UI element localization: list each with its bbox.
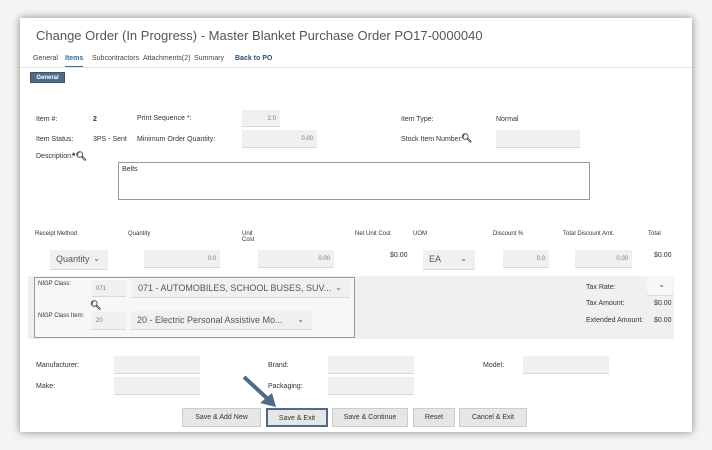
receipt-method-select[interactable]: Quantity ⌄ <box>50 250 108 270</box>
subtab-general[interactable]: General <box>30 72 65 83</box>
header-unit-cost: Unit Cost <box>242 231 255 243</box>
uom-select[interactable]: EA ⌄ <box>423 250 475 270</box>
tax-amount-label: Tax Amount: <box>586 300 625 307</box>
stock-item-input[interactable] <box>496 130 580 148</box>
print-seq-label-text: Print Sequence <box>137 115 185 122</box>
nigp-class-select[interactable]: 071 - AUTOMOBILES, SCHOOL BUSES, SUV... ⌄ <box>132 279 350 298</box>
print-sequence-input[interactable]: 2.0 <box>242 110 280 127</box>
tax-rate-label: Tax Rate: <box>586 284 616 291</box>
item-no-value: 2 <box>93 116 97 123</box>
quantity-input[interactable]: 0.0 <box>144 250 220 268</box>
chevron-down-icon: ⌄ <box>297 315 304 324</box>
tax-amount-value: $0.00 <box>654 300 672 307</box>
nigp-item-value: 20 - Electric Personal Assistive Mo... <box>137 315 283 325</box>
min-qty-label: Minimum Order Quantity: <box>137 136 216 143</box>
header-uom: UOM <box>413 231 427 237</box>
item-type-value: Normal <box>496 116 519 123</box>
item-status-label: Item Status: <box>36 136 74 143</box>
extended-amount-label: Extended Amount: <box>586 317 644 324</box>
arrow-annotation-icon <box>242 375 276 407</box>
tab-subcontractors[interactable]: Subcontractors <box>92 55 139 62</box>
print-seq-label: Print Sequence *: <box>137 115 192 122</box>
page-title: Change Order (In Progress) - Master Blan… <box>36 28 483 43</box>
discount-input[interactable]: 0.0 <box>503 250 549 268</box>
tax-rate-select[interactable]: ⌄ <box>647 276 673 296</box>
min-order-qty-input[interactable]: 0.00 <box>242 130 317 148</box>
stock-search-icon[interactable]: 🔍︎ <box>461 133 472 144</box>
nigp-class-label: NIGP Class: <box>38 281 71 287</box>
back-to-po-link[interactable]: Back to PO <box>235 55 272 62</box>
uom-value: EA <box>429 254 442 264</box>
chevron-down-icon: ⌄ <box>93 254 100 263</box>
net-unit-cost-value: $0.00 <box>390 252 408 259</box>
tab-attachments[interactable]: Attachments(2) <box>143 55 190 62</box>
nigp-search-icon[interactable]: 🔍︎ <box>90 300 101 311</box>
change-order-window: Change Order (In Progress) - Master Blan… <box>20 18 692 432</box>
description-label: Description: <box>36 153 73 160</box>
brand-label: Brand: <box>268 362 289 369</box>
header-total: Total <box>648 231 661 237</box>
nigp-item-label: NIGP Class Item: <box>38 313 85 319</box>
chevron-down-icon: ⌄ <box>460 254 467 263</box>
chevron-down-icon: ⌄ <box>335 283 342 292</box>
header-net-unit-cost: Net Unit Cost <box>355 231 391 237</box>
save-exit-button[interactable]: Save & Exit <box>266 408 328 427</box>
extended-amount-value: $0.00 <box>654 317 672 324</box>
item-no-label: Item #: <box>36 116 58 123</box>
receipt-method-value: Quantity <box>56 254 90 264</box>
item-status-value: 3PS - Sent <box>93 136 127 143</box>
make-label: Make: <box>36 383 56 390</box>
model-label: Model: <box>483 362 505 369</box>
nigp-class-code-input[interactable]: 071 <box>92 280 126 297</box>
reset-button[interactable]: Reset <box>413 408 455 427</box>
item-type-label: Item Type: <box>401 116 434 123</box>
header-total-discount: Total Discount Amt. <box>563 231 615 237</box>
nigp-item-select[interactable]: 20 - Electric Personal Assistive Mo... ⌄ <box>131 311 312 330</box>
unit-cost-input[interactable]: 0.00 <box>258 250 334 268</box>
packaging-input[interactable] <box>328 377 414 395</box>
tab-summary[interactable]: Summary <box>194 55 224 62</box>
nigp-item-code-input[interactable]: 20 <box>92 312 126 330</box>
tab-divider <box>20 67 692 68</box>
brand-input[interactable] <box>328 356 414 374</box>
save-continue-button[interactable]: Save & Continue <box>332 408 408 427</box>
total-value: $0.00 <box>654 252 672 259</box>
total-discount-input[interactable]: 0.00 <box>575 250 632 268</box>
chevron-down-icon: ⌄ <box>658 280 665 289</box>
tab-general[interactable]: General <box>33 55 58 62</box>
cancel-exit-button[interactable]: Cancel & Exit <box>459 408 527 427</box>
stock-item-label: Stock Item Number: <box>401 136 463 143</box>
header-receipt-method: Receipt Method <box>35 231 78 237</box>
model-input[interactable] <box>523 356 609 374</box>
make-input[interactable] <box>114 377 200 395</box>
nigp-class-value: 071 - AUTOMOBILES, SCHOOL BUSES, SUV... <box>138 283 332 293</box>
manufacturer-label: Manufacturer: <box>36 362 80 369</box>
manufacturer-input[interactable] <box>114 356 200 374</box>
header-discount: Discount % <box>493 231 524 237</box>
description-search-icon[interactable]: *🔍︎ <box>72 151 87 162</box>
header-quantity: Quantity <box>128 231 151 237</box>
save-add-new-button[interactable]: Save & Add New <box>182 408 261 427</box>
description-textarea[interactable]: Belts <box>118 162 590 200</box>
